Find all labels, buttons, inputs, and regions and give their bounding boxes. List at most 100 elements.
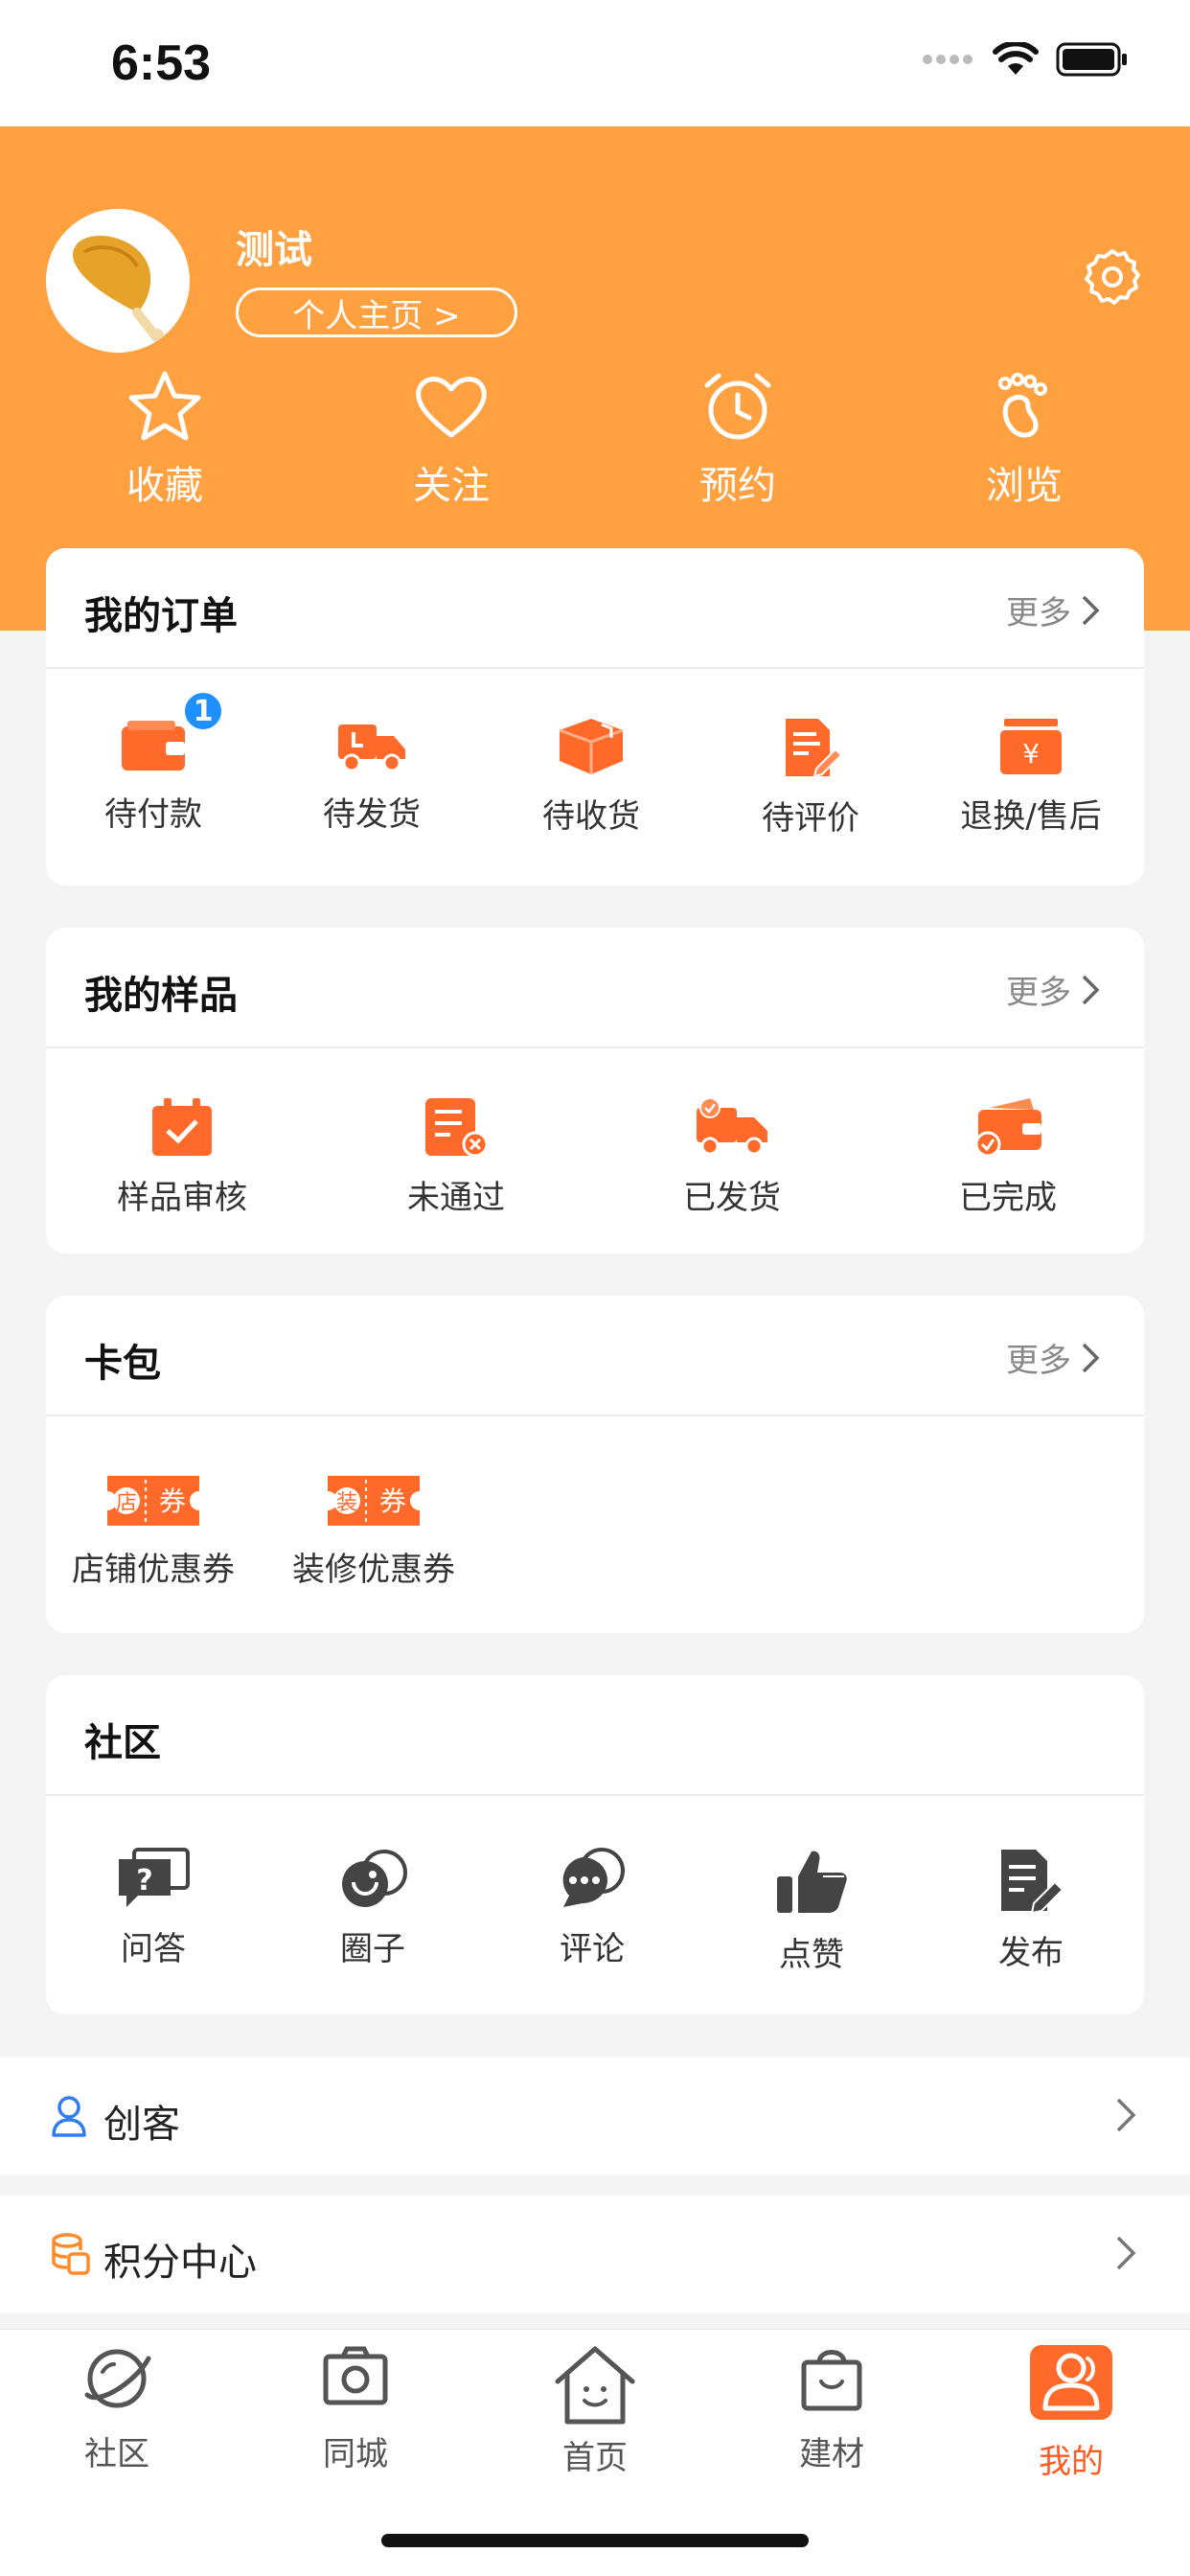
tab-label: 首页 (562, 2439, 628, 2477)
community-circle[interactable]: 圈子 (277, 1848, 469, 1969)
pending-payment-badge: 1 (182, 690, 224, 732)
avatar[interactable] (46, 209, 190, 353)
tab-label: 建材 (799, 2435, 864, 2473)
tab-profile[interactable]: 我的 (975, 2343, 1167, 2482)
chicken-drumstick-avatar-image (46, 209, 190, 353)
completed-wallet-icon (974, 1098, 1041, 1158)
status-time: 6:53 (111, 35, 212, 91)
coupon-label: 店铺优惠券 (72, 1551, 235, 1589)
order-pending-payment[interactable]: 待付款 (57, 717, 249, 835)
samples-title: 我的样品 (84, 974, 238, 1018)
wallet-card: 卡包 更多 店 券 店铺优惠券 装 券 装修优惠券 (46, 1296, 1144, 1633)
house-icon (555, 2346, 635, 2425)
community-label: 评论 (560, 1930, 625, 1968)
tab-label: 同城 (323, 2435, 388, 2473)
orders-card-header: 我的订单 更多 (46, 548, 1144, 669)
tab-building-materials[interactable]: 建材 (736, 2343, 927, 2474)
quick-link-history[interactable]: 浏览 (928, 370, 1120, 510)
coupon-tag: 装 (336, 1491, 357, 1515)
order-label: 待付款 (104, 795, 202, 834)
coupon-tag: 店 (116, 1491, 137, 1515)
rejected-document-icon (425, 1098, 489, 1158)
tab-label: 社区 (84, 2435, 149, 2473)
sample-completed[interactable]: 已完成 (912, 1096, 1104, 1218)
community-qa[interactable]: ? 问答 (57, 1848, 249, 1969)
community-title: 社区 (84, 1721, 161, 1765)
publish-icon (1001, 1850, 1064, 1913)
store-coupon-icon: 店 券 (107, 1476, 199, 1526)
wallet-more-link[interactable]: 更多 (1006, 1334, 1100, 1381)
tab-local[interactable]: 同城 (260, 2343, 451, 2474)
settings-gear-icon[interactable] (1081, 245, 1144, 309)
footprint-icon (998, 373, 1047, 438)
community-label: 发布 (998, 1934, 1064, 1972)
order-awaiting-shipment[interactable]: 待发货 (276, 717, 468, 835)
menu-row-maker[interactable]: 创客 (0, 2057, 1190, 2175)
svg-text:?: ? (136, 1864, 152, 1898)
decoration-coupon[interactable]: 装 券 装修优惠券 (278, 1472, 469, 1590)
order-refund-after-sales[interactable]: ¥ 退换/售后 (935, 717, 1127, 837)
shipped-truck-icon (697, 1097, 767, 1156)
order-label: 待发货 (323, 795, 421, 834)
coupon-text: 券 (159, 1485, 186, 1517)
community-publish[interactable]: 发布 (935, 1848, 1127, 1973)
quick-link-label: 预约 (699, 464, 776, 508)
orders-more-link[interactable]: 更多 (1006, 586, 1100, 633)
sample-label: 已发货 (683, 1179, 781, 1217)
wallet-card-header: 卡包 更多 (46, 1296, 1144, 1416)
samples-card: 我的样品 更多 样品审核 未通过 已发货 已完成 (46, 928, 1144, 1254)
sample-rejected[interactable]: 未通过 (360, 1096, 552, 1218)
refund-icon: ¥ (1000, 719, 1062, 774)
order-awaiting-review[interactable]: 待评价 (715, 717, 906, 839)
menu-label: 积分中心 (103, 2241, 257, 2285)
username: 测试 (236, 228, 312, 272)
community-label: 点赞 (779, 1936, 844, 1974)
personal-homepage-button[interactable]: 个人主页 > (236, 288, 517, 337)
camera-icon (323, 2346, 388, 2405)
heart-icon (416, 377, 487, 438)
wifi-icon (993, 42, 1039, 75)
quick-links: 收藏 关注 预约 浏览 (0, 370, 1190, 514)
tab-community[interactable]: 社区 (21, 2343, 213, 2474)
review-edit-icon (786, 719, 841, 778)
sample-review[interactable]: 样品审核 (86, 1096, 278, 1218)
calendar-check-icon (152, 1098, 212, 1156)
sample-label: 样品审核 (117, 1179, 247, 1217)
question-chat-icon: ? (119, 1848, 190, 1907)
circle-chat-icon (342, 1850, 407, 1907)
tab-home[interactable]: 首页 (499, 2343, 691, 2478)
svg-text:¥: ¥ (1022, 738, 1040, 770)
battery-icon (1056, 42, 1127, 77)
tab-label: 我的 (1039, 2443, 1104, 2481)
package-icon (559, 719, 624, 774)
shopping-bag-icon (801, 2350, 862, 2411)
quick-link-favorites[interactable]: 收藏 (69, 370, 261, 510)
samples-more-link[interactable]: 更多 (1006, 966, 1100, 1013)
quick-link-following[interactable]: 关注 (355, 370, 547, 510)
community-card: 社区 ? 问答 圈子 评论 点赞 发布 (46, 1675, 1144, 2014)
quick-link-label: 浏览 (986, 464, 1063, 508)
more-label: 更多 (1006, 594, 1071, 632)
planet-icon (84, 2349, 151, 2408)
chevron-right-icon (1116, 2236, 1136, 2270)
samples-card-header: 我的样品 更多 (46, 928, 1144, 1048)
community-likes[interactable]: 点赞 (716, 1848, 907, 1975)
star-icon (128, 371, 201, 441)
store-coupon[interactable]: 店 券 店铺优惠券 (57, 1472, 249, 1590)
quick-link-label: 关注 (413, 464, 490, 508)
order-awaiting-receipt[interactable]: 待收货 (495, 717, 687, 837)
quick-link-appointment[interactable]: 预约 (642, 370, 834, 510)
community-card-header: 社区 (46, 1675, 1144, 1796)
menu-row-points-center[interactable]: 积分中心 (0, 2195, 1190, 2313)
orders-card: 我的订单 更多 待付款 1 待发货 待收货 待评价 ¥ 退换/售后 (46, 548, 1144, 886)
sample-label: 未通过 (407, 1179, 505, 1217)
comment-icon (562, 1848, 625, 1907)
coupon-text: 券 (379, 1485, 406, 1517)
status-icons (922, 42, 1129, 77)
order-label: 退换/售后 (960, 797, 1102, 836)
community-comments[interactable]: 评论 (496, 1848, 688, 1969)
quick-link-label: 收藏 (126, 464, 203, 508)
community-label: 问答 (121, 1930, 186, 1968)
sample-shipped[interactable]: 已发货 (636, 1096, 828, 1218)
community-label: 圈子 (340, 1930, 405, 1968)
